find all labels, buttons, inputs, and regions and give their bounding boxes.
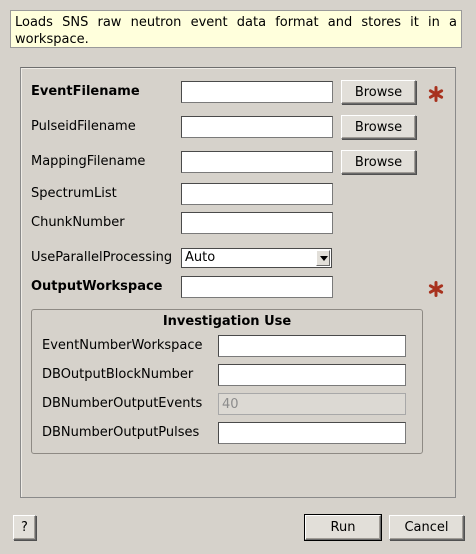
use-parallel-processing-label: UseParallelProcessing	[31, 250, 173, 265]
pulseid-filename-label: PulseidFilename	[31, 119, 136, 134]
spectrum-list-input[interactable]	[181, 183, 333, 205]
spectrum-list-label: SpectrumList	[31, 186, 117, 201]
pulseid-filename-input[interactable]	[181, 116, 333, 138]
mapping-filename-browse-button[interactable]: Browse	[341, 150, 416, 174]
chunk-number-input[interactable]	[181, 212, 333, 234]
chevron-down-icon[interactable]	[316, 250, 330, 266]
chunk-number-label: ChunkNumber	[31, 215, 125, 230]
use-parallel-processing-value: Auto	[185, 250, 216, 265]
use-parallel-processing-select[interactable]: Auto	[181, 248, 332, 268]
mapping-filename-label: MappingFilename	[31, 154, 146, 169]
db-number-output-events-input	[218, 393, 406, 415]
cancel-button[interactable]: Cancel	[389, 515, 464, 540]
db-output-block-number-label: DBOutputBlockNumber	[42, 367, 194, 382]
event-number-workspace-label: EventNumberWorkspace	[42, 338, 203, 353]
run-button[interactable]: Run	[304, 514, 382, 541]
mapping-filename-input[interactable]	[181, 151, 333, 173]
output-workspace-label: OutputWorkspace	[31, 279, 163, 294]
output-workspace-input[interactable]	[181, 276, 333, 298]
event-filename-label: EventFilename	[31, 84, 140, 99]
investigation-use-title: Investigation Use	[162, 314, 292, 329]
asterisk-icon	[428, 281, 444, 297]
algorithm-description: Loads SNS raw neutron event data format …	[10, 10, 462, 48]
help-button[interactable]: ?	[13, 515, 36, 540]
asterisk-icon	[428, 86, 444, 102]
db-number-output-events-label: DBNumberOutputEvents	[42, 396, 203, 411]
pulseid-filename-browse-button[interactable]: Browse	[341, 115, 416, 139]
db-output-block-number-input[interactable]	[218, 364, 406, 386]
db-number-output-pulses-input[interactable]	[218, 422, 406, 444]
event-number-workspace-input[interactable]	[218, 335, 406, 357]
event-filename-browse-button[interactable]: Browse	[341, 80, 416, 104]
db-number-output-pulses-label: DBNumberOutputPulses	[42, 425, 200, 440]
event-filename-input[interactable]	[181, 81, 333, 103]
